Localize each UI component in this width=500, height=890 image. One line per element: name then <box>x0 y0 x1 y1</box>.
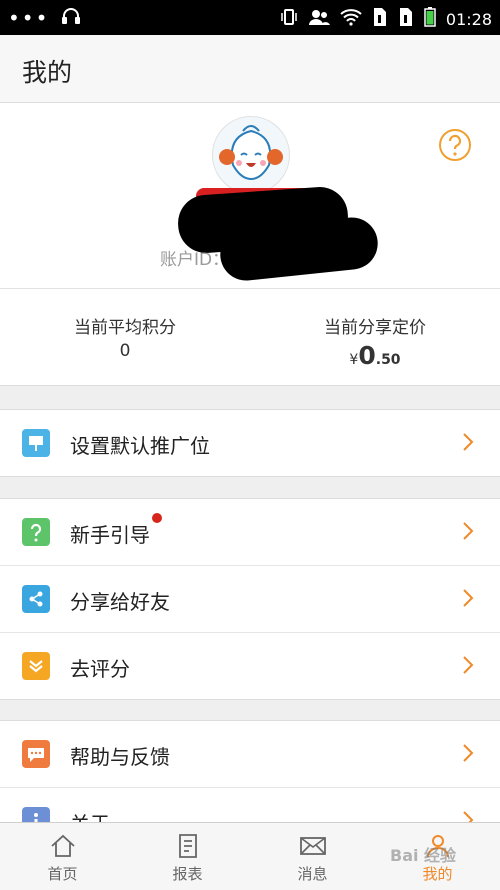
profile-card: 账户ID： <box>0 103 500 289</box>
menu-item-rate-app[interactable]: 去评分 <box>0 632 500 699</box>
question-icon <box>22 518 50 546</box>
battery-icon <box>424 7 436 31</box>
tab-label: 报表 <box>172 865 203 883</box>
more-notifications-icon: ••• <box>8 6 50 30</box>
account-id-label: 账户ID： <box>160 250 230 270</box>
avg-points-label: 当前平均积分 <box>74 318 176 338</box>
billboard-icon <box>22 429 50 457</box>
chevron-right-icon <box>462 655 474 675</box>
clock: 01:28 <box>445 9 492 29</box>
menu-group-promo: 设置默认推广位 <box>0 409 500 477</box>
menu-item-label: 分享给好友 <box>70 590 170 614</box>
tab-label: 首页 <box>47 865 78 883</box>
chat-icon <box>22 740 50 768</box>
price-integer: 0 <box>358 341 376 370</box>
avg-points-stat: 当前平均积分 0 <box>0 289 250 385</box>
menu-group-general: 新手引导 分享给好友 去评分 <box>0 498 500 700</box>
chevron-right-icon <box>462 432 474 452</box>
help-icon[interactable] <box>438 128 472 162</box>
menu-item-label: 设置默认推广位 <box>70 434 210 458</box>
headphones-icon <box>61 7 81 29</box>
avatar[interactable] <box>212 116 290 194</box>
page-title: 我的 <box>22 58 73 87</box>
avg-points-value: 0 <box>119 341 131 361</box>
share-price-value: ¥0.50 <box>250 341 500 370</box>
tab-label: 我的 <box>422 865 453 883</box>
report-icon <box>174 832 202 860</box>
menu-item-label: 去评分 <box>70 657 130 681</box>
menu-item-default-promo-slot[interactable]: 设置默认推广位 <box>0 410 500 476</box>
new-badge <box>152 513 162 523</box>
home-icon <box>49 832 77 860</box>
price-decimal: .50 <box>375 352 401 368</box>
sim1-icon <box>372 7 388 31</box>
contacts-icon <box>308 8 330 30</box>
vibrate-icon <box>280 8 298 30</box>
mail-icon <box>299 832 327 860</box>
menu-item-beginner-guide[interactable]: 新手引导 <box>0 499 500 565</box>
menu-item-share-friends[interactable]: 分享给好友 <box>0 565 500 632</box>
menu-group-support: 帮助与反馈 关于 <box>0 720 500 831</box>
tab-label: 消息 <box>297 865 328 883</box>
share-price-stat: 当前分享定价 ¥0.50 <box>250 289 500 385</box>
menu-item-label: 新手引导 <box>70 513 162 548</box>
menu-item-label: 帮助与反馈 <box>70 745 170 769</box>
tab-home[interactable]: 首页 <box>0 823 125 890</box>
sim2-icon <box>398 7 414 31</box>
share-price-label: 当前分享定价 <box>324 318 426 338</box>
chevron-right-icon <box>462 521 474 541</box>
stats-panel: 当前平均积分 0 当前分享定价 ¥0.50 <box>0 289 500 386</box>
watermark: Bai 经验 <box>390 846 457 865</box>
menu-item-help-feedback[interactable]: 帮助与反馈 <box>0 721 500 787</box>
rate-icon <box>22 652 50 680</box>
currency-symbol: ¥ <box>349 352 359 368</box>
chevron-right-icon <box>462 588 474 608</box>
chevron-right-icon <box>462 743 474 763</box>
wifi-icon <box>340 8 362 30</box>
tab-report[interactable]: 报表 <box>125 823 250 890</box>
share-icon <box>22 585 50 613</box>
tab-messages[interactable]: 消息 <box>250 823 375 890</box>
status-bar: ••• 01:28 <box>0 0 500 35</box>
app-header: 我的 <box>0 35 500 103</box>
